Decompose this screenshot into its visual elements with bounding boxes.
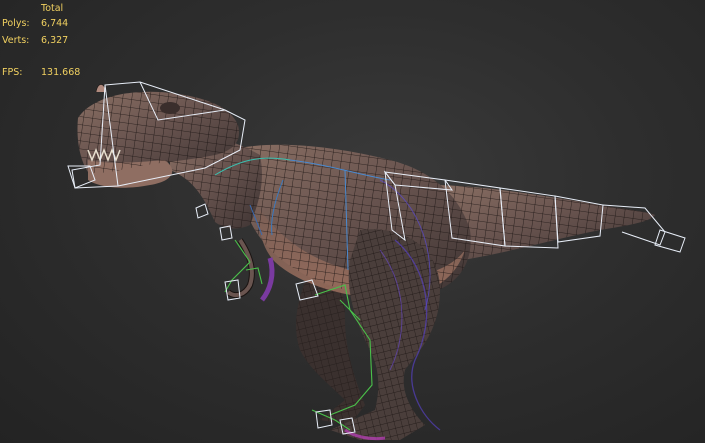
dinosaur-model-render[interactable] bbox=[0, 0, 705, 443]
arms bbox=[226, 238, 275, 302]
3d-viewport[interactable]: Total Polys: 6,744 Verts: 6,327 FPS: 131… bbox=[0, 0, 705, 443]
